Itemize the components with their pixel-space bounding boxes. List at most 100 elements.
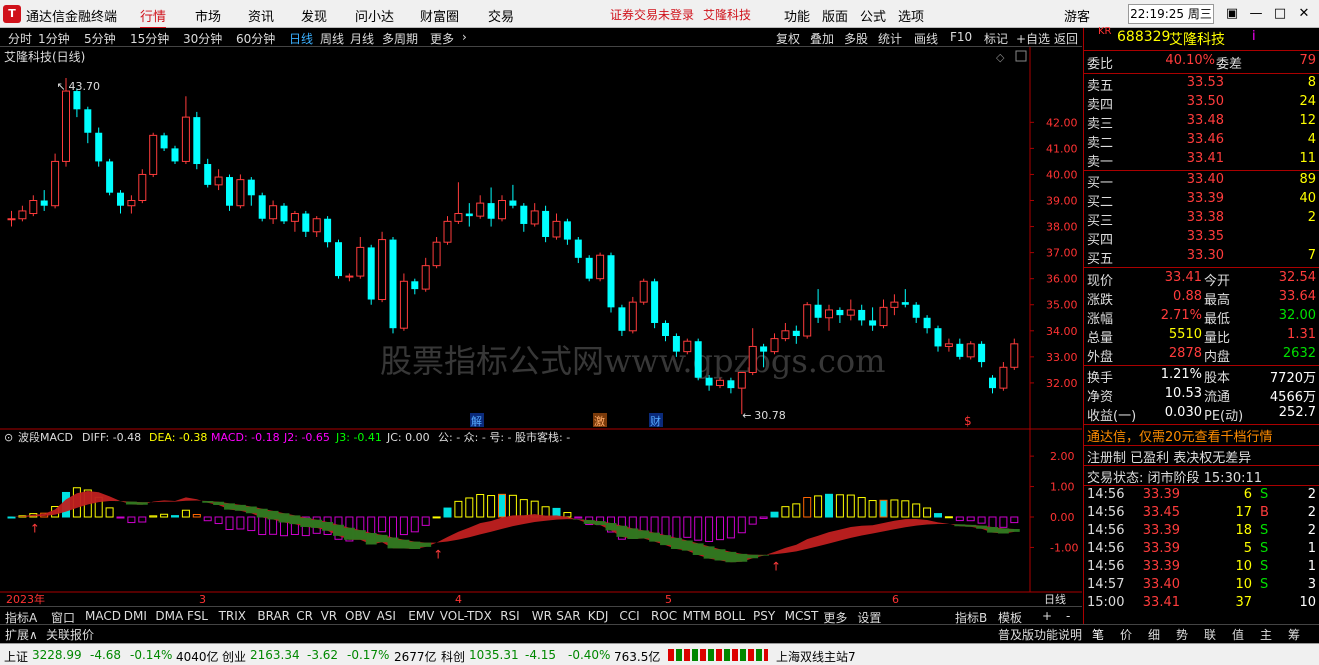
indicator-21[interactable]: BOLL (714, 609, 745, 623)
tool-zixuan[interactable]: +自选 (1016, 30, 1050, 47)
indicator-11[interactable]: ASI (377, 609, 396, 623)
info-icon[interactable]: i (1252, 29, 1256, 44)
indicator-19[interactable]: ROC (651, 609, 677, 623)
menu-banmian[interactable]: 版面 (822, 6, 848, 25)
indicator-22[interactable]: PSY (753, 609, 775, 623)
chart-area[interactable]: 艾隆科技(日线) ◇ 股票指标公式网www.gpzbgs.com 42.0041… (0, 47, 1082, 606)
candle[interactable] (803, 302, 812, 339)
quote-tab[interactable]: 筹 (1288, 626, 1300, 643)
bid-price[interactable]: 33.35 (1187, 229, 1224, 244)
tool-fuquan[interactable]: 复权 (776, 30, 800, 47)
candle[interactable] (236, 174, 245, 209)
event-mark-jie[interactable]: 解 (471, 414, 482, 428)
candle[interactable] (258, 192, 266, 222)
candle[interactable] (138, 169, 147, 204)
period-multi[interactable]: 多周期 (382, 30, 418, 47)
quote-tab[interactable]: 主 (1260, 626, 1272, 643)
tool-tongji[interactable]: 统计 (878, 30, 902, 47)
candle[interactable] (694, 338, 702, 381)
period-60min[interactable]: 60分钟 (236, 30, 275, 47)
menu-faxian[interactable]: 发现 (301, 6, 327, 25)
period-1min[interactable]: 1分钟 (38, 30, 70, 47)
candle[interactable] (378, 231, 387, 303)
candle[interactable] (542, 205, 550, 243)
restore-icon[interactable]: ▣ (1222, 4, 1242, 24)
ask-price[interactable]: 33.48 (1187, 113, 1224, 128)
menu-caifuquan[interactable]: 财富圈 (420, 6, 459, 25)
indicator-9[interactable]: VR (321, 609, 338, 623)
candle[interactable] (226, 174, 233, 211)
chevron-right-icon[interactable]: › (462, 30, 467, 44)
indicator-3[interactable]: DMI (124, 609, 147, 623)
indicator-20[interactable]: MTM (683, 609, 711, 623)
quote-tab[interactable]: 笔 (1092, 626, 1104, 643)
menu-gongshi[interactable]: 公式 (860, 6, 886, 25)
promo-label[interactable]: 通达信，仅需20元查看千档行情 (1087, 426, 1273, 445)
candle[interactable] (335, 239, 342, 279)
diamond-icon[interactable]: ◇ (996, 51, 1005, 64)
indicator-10[interactable]: OBV (345, 609, 371, 623)
menu-xuanxiang[interactable]: 选项 (898, 6, 924, 25)
candle[interactable] (389, 236, 397, 334)
macd-settings-icon[interactable]: ⊙ (4, 431, 13, 444)
minimize-icon[interactable]: — (1246, 4, 1266, 24)
event-mark-cai[interactable]: 财 (650, 414, 661, 428)
candle[interactable] (193, 111, 201, 170)
stock-link[interactable]: 艾隆科技 (703, 6, 751, 23)
candle[interactable] (280, 203, 288, 224)
bid-price[interactable]: 33.38 (1187, 210, 1224, 225)
candle[interactable] (160, 132, 168, 151)
tool-f10[interactable]: F10 (950, 30, 972, 44)
remove-button[interactable]: - (1066, 609, 1070, 623)
indicator-15[interactable]: WR (532, 609, 552, 623)
indicator-16[interactable]: SAR (556, 609, 580, 623)
close-icon[interactable]: ✕ (1294, 4, 1314, 24)
maximize-icon[interactable]: □ (1270, 4, 1290, 24)
period-day[interactable]: 日线 (289, 30, 313, 47)
tool-diejia[interactable]: 叠加 (810, 30, 834, 47)
candle[interactable] (95, 127, 103, 167)
indicator-23[interactable]: MCST (785, 609, 819, 623)
sh-label[interactable]: 上证 (4, 648, 28, 665)
quote-tab[interactable]: 价 (1120, 626, 1132, 643)
period-more[interactable]: 更多 (430, 30, 454, 47)
candle[interactable] (399, 273, 408, 331)
cy-label[interactable]: 创业 (222, 648, 246, 665)
indicator-14[interactable]: RSI (500, 609, 520, 623)
ask-price[interactable]: 33.53 (1187, 75, 1224, 90)
ask-price[interactable]: 33.41 (1187, 151, 1224, 166)
candle[interactable] (628, 296, 637, 334)
indicator-4[interactable]: DMA (155, 609, 183, 623)
candle[interactable] (106, 158, 114, 196)
indicator-2[interactable]: MACD (85, 609, 121, 623)
candle[interactable] (367, 244, 375, 305)
period-week[interactable]: 周线 (320, 30, 344, 47)
period-30min[interactable]: 30分钟 (183, 30, 222, 47)
menu-hangqing[interactable]: 行情 (140, 6, 167, 29)
tool-huaxian[interactable]: 画线 (914, 30, 938, 47)
bid-price[interactable]: 33.30 (1187, 248, 1224, 263)
tool-biaoji[interactable]: 标记 (984, 30, 1008, 47)
bid-price[interactable]: 33.40 (1187, 172, 1224, 187)
bid-price[interactable]: 33.39 (1187, 191, 1224, 206)
quote-tab[interactable]: 势 (1176, 626, 1188, 643)
menu-jiaoyi[interactable]: 交易 (488, 6, 514, 25)
quote-tab[interactable]: 值 (1232, 626, 1244, 643)
candle[interactable] (966, 341, 975, 360)
candle[interactable] (171, 145, 179, 165)
indicator-8[interactable]: CR (296, 609, 313, 623)
candle[interactable] (585, 255, 593, 282)
indicator-12[interactable]: EMV (408, 609, 434, 623)
indicator-13[interactable]: VOL-TDX (440, 609, 492, 623)
candle[interactable] (596, 252, 605, 282)
kc-label[interactable]: 科创 (441, 648, 465, 665)
indicator-17[interactable]: KDJ (588, 609, 609, 623)
tool-duogu[interactable]: 多股 (844, 30, 868, 47)
period-fenshi[interactable]: 分时 (8, 30, 32, 47)
indicator-5[interactable]: FSL (187, 609, 208, 623)
menu-wenxiaoda[interactable]: 问小达 (355, 6, 394, 25)
period-5min[interactable]: 5分钟 (84, 30, 116, 47)
candle[interactable] (149, 132, 158, 178)
indicator-7[interactable]: BRAR (257, 609, 290, 623)
user-label[interactable]: 游客 (1064, 6, 1090, 25)
